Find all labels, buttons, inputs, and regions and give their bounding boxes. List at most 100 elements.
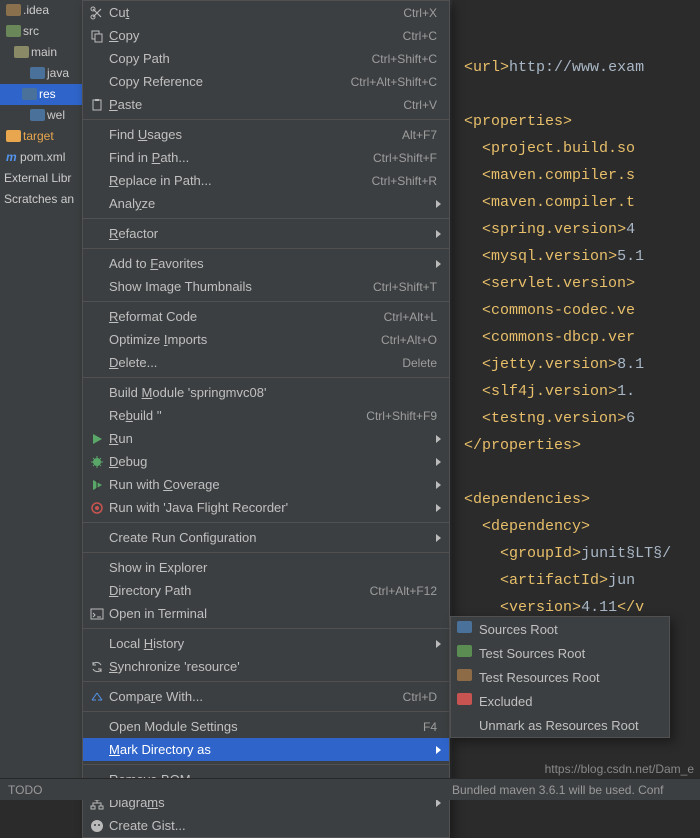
menu-item-show-in-explorer[interactable]: Show in Explorer [83,556,449,579]
scissors-icon [89,5,105,21]
menu-item-shortcut: Ctrl+X [403,6,437,20]
tree-item-Scratchesan[interactable]: Scratches an [0,189,82,210]
menu-item-run[interactable]: Run [83,427,449,450]
menu-item-show-image-thumbnails[interactable]: Show Image ThumbnailsCtrl+Shift+T [83,275,449,298]
submenu-item-excluded[interactable]: Excluded [451,689,669,713]
menu-item-label: Copy Path [109,51,372,66]
submenu-item-test-resources-root[interactable]: Test Resources Root [451,665,669,689]
menu-item-open-module-settings[interactable]: Open Module SettingsF4 [83,715,449,738]
code-line: <commons-dbcp.ver [464,324,700,351]
menu-item-create-gist[interactable]: Create Gist... [83,814,449,837]
menu-item-create-run-configuration[interactable]: Create Run Configuration [83,526,449,549]
menu-item-label: Rebuild '' [109,408,366,423]
tree-item-idea[interactable]: .idea [0,0,82,21]
menu-item-debug[interactable]: Debug [83,450,449,473]
menu-item-label: Run with Coverage [109,477,437,492]
code-line: <mysql.version>5.1 [464,243,700,270]
menu-item-cut[interactable]: CutCtrl+X [83,1,449,24]
code-line: <dependencies> [464,486,700,513]
menu-item-local-history[interactable]: Local History [83,632,449,655]
menu-item-optimize-imports[interactable]: Optimize ImportsCtrl+Alt+O [83,328,449,351]
menu-item-label: Delete... [109,355,402,370]
menu-item-shortcut: Ctrl+D [403,690,437,704]
menu-item-label: Show Image Thumbnails [109,279,373,294]
tree-item-ExternalLibr[interactable]: External Libr [0,168,82,189]
menu-item-synchronize-resource[interactable]: Synchronize 'resource' [83,655,449,678]
menu-item-mark-directory-as[interactable]: Mark Directory as [83,738,449,761]
submenu-item-sources-root[interactable]: Sources Root [451,617,669,641]
menu-item-compare-with[interactable]: Compare With...Ctrl+D [83,685,449,708]
menu-item-find-in-path[interactable]: Find in Path...Ctrl+Shift+F [83,146,449,169]
menu-separator [83,552,449,553]
context-menu[interactable]: CutCtrl+XCopyCtrl+CCopy PathCtrl+Shift+C… [82,0,450,838]
submenu-arrow-icon [436,640,441,648]
submenu-arrow-icon [436,458,441,466]
menu-item-add-to-favorites[interactable]: Add to Favorites [83,252,449,275]
menu-item-shortcut: Ctrl+Alt+F12 [370,584,437,598]
tree-item-label: java [47,66,69,80]
coverage-icon [89,477,105,493]
submenu-arrow-icon [436,504,441,512]
tree-item-res[interactable]: res [0,84,82,105]
tree-item-main[interactable]: main [0,42,82,63]
menu-item-label: Open Module Settings [109,719,423,734]
menu-item-paste[interactable]: PasteCtrl+V [83,93,449,116]
menu-item-replace-in-path[interactable]: Replace in Path...Ctrl+Shift+R [83,169,449,192]
menu-item-copy-reference[interactable]: Copy ReferenceCtrl+Alt+Shift+C [83,70,449,93]
tree-item-target[interactable]: target [0,126,82,147]
menu-item-label: Copy Reference [109,74,351,89]
menu-item-build-module-springmvc08[interactable]: Build Module 'springmvc08' [83,381,449,404]
submenu-arrow-icon [436,746,441,754]
menu-item-reformat-code[interactable]: Reformat CodeCtrl+Alt+L [83,305,449,328]
menu-item-label: Refactor [109,226,437,241]
menu-item-label: Create Gist... [109,818,437,833]
menu-item-delete[interactable]: Delete...Delete [83,351,449,374]
folder-icon [14,46,29,58]
menu-item-find-usages[interactable]: Find UsagesAlt+F7 [83,123,449,146]
menu-item-analyze[interactable]: Analyze [83,192,449,215]
menu-item-copy-path[interactable]: Copy PathCtrl+Shift+C [83,47,449,70]
tree-item-src[interactable]: src [0,21,82,42]
menu-item-label: Replace in Path... [109,173,372,188]
menu-item-shortcut: Ctrl+Alt+O [381,333,437,347]
menu-item-copy[interactable]: CopyCtrl+C [83,24,449,47]
tree-item-java[interactable]: java [0,63,82,84]
code-line: <groupId>junit§LT§/ [464,540,700,567]
submenu-item-label: Test Sources Root [479,646,585,661]
tree-item-label: External Libr [4,171,71,185]
submenu-item-label: Unmark as Resources Root [479,718,639,733]
mark-directory-submenu[interactable]: Sources Root Test Sources Root Test Resour… [450,616,670,738]
menu-item-label: Analyze [109,196,437,211]
tree-item-pomxml[interactable]: m pom.xml [0,147,82,168]
submenu-item-test-sources-root[interactable]: Test Sources Root [451,641,669,665]
menu-item-label: Copy [109,28,403,43]
terminal-icon [89,606,105,622]
menu-item-rebuild-default[interactable]: Rebuild ''Ctrl+Shift+F9 [83,404,449,427]
menu-item-label: Build Module 'springmvc08' [109,385,437,400]
menu-item-run-with-java-flight-recorder[interactable]: Run with 'Java Flight Recorder' [83,496,449,519]
submenu-arrow-icon [436,435,441,443]
folder-icon [457,621,472,633]
menu-item-run-with-coverage[interactable]: Run with Coverage [83,473,449,496]
flight-icon [89,500,105,516]
folder-icon [22,88,37,100]
menu-item-refactor[interactable]: Refactor [83,222,449,245]
todo-tab[interactable]: TODO [8,779,42,801]
submenu-item-unmark-as-resources-root[interactable]: Unmark as Resources Root [451,713,669,737]
code-line: <servlet.version> [464,270,700,297]
menu-item-label: Create Run Configuration [109,530,437,545]
folder-icon [457,693,472,705]
menu-item-label: Find in Path... [109,150,373,165]
project-tree[interactable]: .ideasrc main java resweltargetm pom.xml Ext… [0,0,82,800]
menu-item-directory-path[interactable]: Directory PathCtrl+Alt+F12 [83,579,449,602]
sync-icon [89,659,105,675]
menu-item-label: Run [109,431,437,446]
folder-icon [457,669,472,681]
menu-item-shortcut: Ctrl+Shift+T [373,280,437,294]
code-line: <slf4j.version>1. [464,378,700,405]
menu-item-shortcut: Alt+F7 [402,128,437,142]
menu-item-open-in-terminal[interactable]: Open in Terminal [83,602,449,625]
tree-item-label: main [31,45,57,59]
diff-icon [89,689,105,705]
tree-item-wel[interactable]: wel [0,105,82,126]
